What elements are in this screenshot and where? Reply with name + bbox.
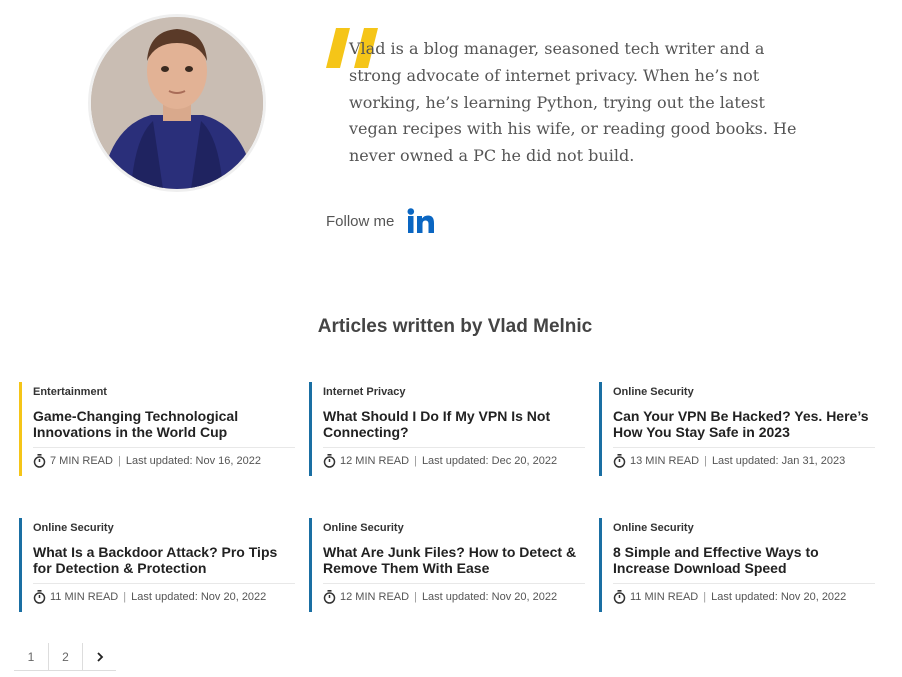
page-1-button[interactable]: 1 xyxy=(14,643,48,670)
chevron-right-icon xyxy=(96,651,103,662)
divider xyxy=(613,583,875,584)
article-card: Online Security Can Your VPN Be Hacked? … xyxy=(599,382,877,476)
meta-separator: | xyxy=(414,591,417,603)
author-avatar xyxy=(88,14,266,192)
article-title-link[interactable]: Game-Changing Technological Innovations … xyxy=(33,408,297,442)
read-time: 13 MIN READ xyxy=(630,455,700,467)
author-bio: Vlad is a blog manager, seasoned tech wr… xyxy=(349,39,797,166)
articles-heading: Articles written by Vlad Melnic xyxy=(317,316,593,337)
article-meta: 7 MIN READ | Last updated: Nov 16, 2022 xyxy=(33,454,297,468)
article-card: Entertainment Game-Changing Technologica… xyxy=(19,382,297,476)
meta-separator: | xyxy=(123,591,127,603)
meta-separator: | xyxy=(414,455,417,467)
article-meta: 11 MIN READ | Last updated: Nov 20, 2022 xyxy=(33,590,297,604)
article-meta: 11 MIN READ | Last updated: Nov 20, 2022 xyxy=(613,590,877,604)
last-updated: Last updated: Nov 20, 2022 xyxy=(131,591,267,603)
meta-separator: | xyxy=(704,455,707,467)
divider xyxy=(33,583,295,584)
stopwatch-icon xyxy=(33,454,46,468)
linkedin-icon[interactable] xyxy=(407,208,435,234)
stopwatch-icon xyxy=(323,590,336,604)
divider xyxy=(323,583,585,584)
article-meta: 12 MIN READ | Last updated: Nov 20, 2022 xyxy=(323,590,587,604)
stopwatch-icon xyxy=(613,590,626,604)
next-page-button[interactable] xyxy=(82,643,116,670)
read-time: 11 MIN READ xyxy=(630,591,699,603)
article-title-link[interactable]: What Is a Backdoor Attack? Pro Tips for … xyxy=(33,544,297,578)
follow-row: Follow me xyxy=(326,208,435,234)
stopwatch-icon xyxy=(33,590,46,604)
pagination: 1 2 xyxy=(14,643,116,671)
meta-separator: | xyxy=(117,455,121,467)
article-title-link[interactable]: Can Your VPN Be Hacked? Yes. Here’s How … xyxy=(613,408,877,442)
article-category[interactable]: Online Security xyxy=(33,522,297,538)
article-card: Online Security What Are Junk Files? How… xyxy=(309,518,587,612)
last-updated: Last updated: Nov 20, 2022 xyxy=(711,591,847,603)
article-category[interactable]: Entertainment xyxy=(33,386,297,402)
page-2-button[interactable]: 2 xyxy=(48,643,82,670)
article-category[interactable]: Online Security xyxy=(323,522,587,538)
article-category[interactable]: Internet Privacy xyxy=(323,386,587,402)
last-updated: Last updated: Dec 20, 2022 xyxy=(421,455,558,467)
read-time: 7 MIN READ xyxy=(50,455,113,467)
article-card: Online Security 8 Simple and Effective W… xyxy=(599,518,877,612)
divider xyxy=(33,447,295,448)
read-time: 12 MIN READ xyxy=(340,455,410,467)
article-category[interactable]: Online Security xyxy=(613,522,877,538)
follow-label: Follow me xyxy=(326,212,395,230)
read-time: 12 MIN READ xyxy=(340,591,410,603)
article-title-link[interactable]: What Are Junk Files? How to Detect & Rem… xyxy=(323,544,587,578)
article-meta: 12 MIN READ | Last updated: Dec 20, 2022 xyxy=(323,454,587,468)
article-card: Online Security What Is a Backdoor Attac… xyxy=(19,518,297,612)
article-meta: 13 MIN READ | Last updated: Jan 31, 2023 xyxy=(613,454,877,468)
divider xyxy=(613,447,875,448)
meta-separator: | xyxy=(703,591,707,603)
article-card: Internet Privacy What Should I Do If My … xyxy=(309,382,587,476)
article-category[interactable]: Online Security xyxy=(613,386,877,402)
divider xyxy=(323,447,585,448)
stopwatch-icon xyxy=(323,454,336,468)
article-title-link[interactable]: 8 Simple and Effective Ways to Increase … xyxy=(613,544,877,578)
read-time: 11 MIN READ xyxy=(50,591,119,603)
last-updated: Last updated: Nov 16, 2022 xyxy=(125,455,261,467)
last-updated: Last updated: Jan 31, 2023 xyxy=(711,455,846,467)
article-title-link[interactable]: What Should I Do If My VPN Is Not Connec… xyxy=(323,408,587,442)
last-updated: Last updated: Nov 20, 2022 xyxy=(421,591,558,603)
stopwatch-icon xyxy=(613,454,626,468)
